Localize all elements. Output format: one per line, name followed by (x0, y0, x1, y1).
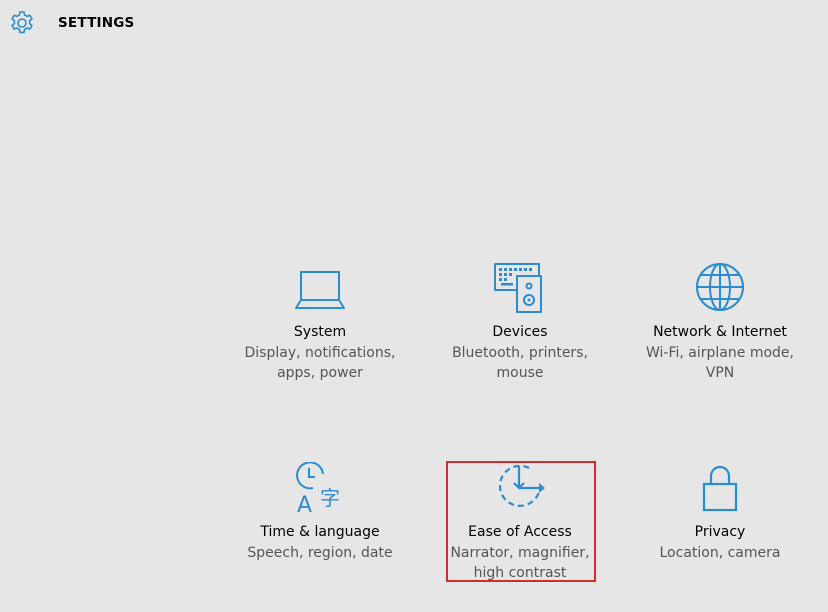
tile-privacy-name: Privacy (694, 524, 746, 540)
tile-privacy[interactable]: Privacy Location, camera (620, 462, 820, 563)
tile-time-name: Time & language (260, 524, 380, 540)
tile-devices[interactable]: Devices Bluetooth, printers, mouse (420, 262, 620, 383)
tile-network-name: Network & Internet (653, 324, 787, 340)
laptop-icon (295, 271, 345, 309)
globe-icon (696, 263, 744, 311)
tile-devices-name: Devices (492, 324, 548, 340)
tile-ease-of-access[interactable]: Ease of Access Narrator, magnifier, high… (420, 462, 620, 583)
tile-system-desc-line: Display, notifications, (244, 345, 396, 361)
page-title: SETTINGS (58, 15, 135, 31)
tile-system-name: System (293, 324, 347, 340)
tile-ease-name: Ease of Access (468, 524, 572, 540)
tile-network-desc-line: Wi-Fi, airplane mode, (646, 345, 794, 361)
lock-icon (702, 465, 738, 512)
tile-ease-desc-line: high contrast (473, 565, 567, 581)
tile-time-desc-line: Speech, region, date (247, 545, 393, 561)
settings-header: SETTINGS (0, 0, 828, 46)
gear-icon (11, 11, 33, 34)
svg-text:A: A (297, 493, 312, 516)
ease-of-access-icon (498, 464, 545, 507)
tile-ease-desc-line: Narrator, magnifier, (450, 545, 590, 561)
tile-system-desc: Display, notifications, apps, power (220, 343, 420, 383)
tile-ease-desc: Narrator, magnifier, high contrast (420, 543, 620, 583)
devices-icon (494, 263, 542, 313)
tile-system[interactable]: System Display, notifications, apps, pow… (220, 262, 420, 383)
tile-network-internet[interactable]: Network & Internet Wi-Fi, airplane mode,… (620, 262, 820, 383)
tile-privacy-desc: Location, camera (620, 543, 820, 563)
tile-system-desc-line: apps, power (277, 365, 363, 381)
tile-privacy-desc-line: Location, camera (659, 545, 781, 561)
tile-devices-desc: Bluetooth, printers, mouse (420, 343, 620, 383)
tile-devices-desc-line: Bluetooth, printers, (452, 345, 588, 361)
time-language-icon: A 字 (296, 462, 340, 516)
tile-network-desc: Wi-Fi, airplane mode, VPN (620, 343, 820, 383)
tile-devices-desc-line: mouse (496, 365, 544, 381)
tile-network-desc-line: VPN (705, 365, 735, 381)
svg-text:字: 字 (320, 486, 340, 510)
tile-time-desc: Speech, region, date (220, 543, 420, 563)
tile-time-language[interactable]: A 字 Time & language Speech, region, date (220, 462, 420, 563)
